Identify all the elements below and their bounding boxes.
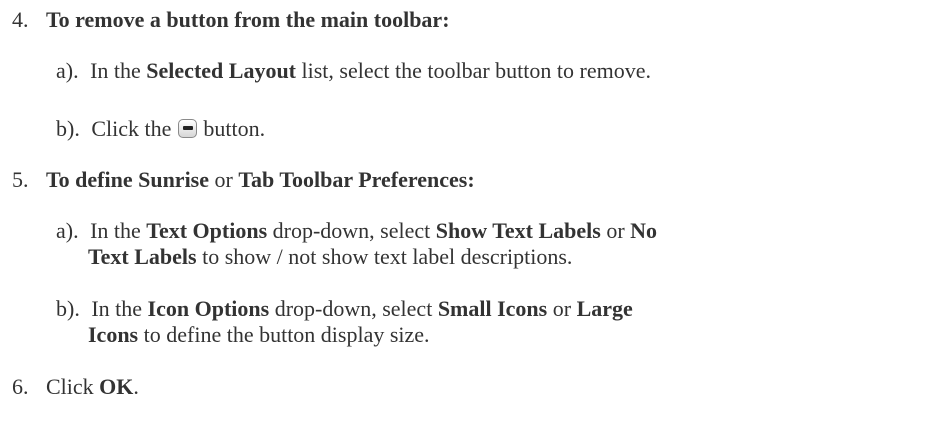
icon-options-term: Icon Options <box>147 296 270 321</box>
sub-label: a). <box>56 58 79 83</box>
text-options-term: Text Options <box>146 218 268 243</box>
step-number: 6. <box>12 374 29 399</box>
large-icons-term: Icons <box>88 322 139 347</box>
step-5-sub-b-cont: Icons to define the button display size. <box>88 321 430 349</box>
small-icons-term: Small Icons <box>437 296 548 321</box>
sub-label: a). <box>56 218 79 243</box>
no-text-labels-term: Text Labels <box>88 244 197 269</box>
selected-layout-term: Selected Layout <box>146 58 296 83</box>
step-text: Click <box>46 374 100 399</box>
sub-label: b). <box>56 116 80 141</box>
step-number: 5. <box>12 167 29 192</box>
sub-text: drop-down, select <box>269 296 438 321</box>
sub-text: In the <box>91 296 148 321</box>
sub-text: to show / not show text label descriptio… <box>196 244 573 269</box>
step-4: 4. To remove a button from the main tool… <box>0 6 450 34</box>
instruction-document: 4. To remove a button from the main tool… <box>0 0 946 425</box>
sub-text: to define the button display size. <box>138 322 430 347</box>
step-heading-part: To define Sunrise <box>46 167 210 192</box>
show-text-labels-term: Show Text Labels <box>435 218 601 243</box>
sub-text: or <box>600 218 631 243</box>
sub-text: or <box>547 296 577 321</box>
sub-text: list, select the toolbar button to remov… <box>296 58 651 83</box>
step-heading-part: or <box>209 167 239 192</box>
sub-text: In the <box>90 58 147 83</box>
step-5: 5. To define Sunrise or Tab Toolbar Pref… <box>0 166 475 194</box>
step-number: 4. <box>12 7 29 32</box>
no-text-labels-term: No <box>630 218 658 243</box>
step-5-sub-a-cont: Text Labels to show / not show text labe… <box>88 243 572 271</box>
sub-label: b). <box>56 296 80 321</box>
step-4-sub-b: b). Click the button. <box>56 115 265 143</box>
sub-text: button. <box>197 116 266 141</box>
minus-button-icon <box>177 119 197 138</box>
step-text: . <box>133 374 139 399</box>
step-6: 6. Click OK. <box>0 373 139 401</box>
sub-text: In the <box>90 218 147 243</box>
step-4-sub-a: a). In the Selected Layout list, select … <box>56 57 651 85</box>
sub-text: drop-down, select <box>267 218 436 243</box>
step-5-sub-b: b). In the Icon Options drop-down, selec… <box>56 295 633 323</box>
sub-text: Click the <box>91 116 177 141</box>
step-heading: To remove a button from the main toolbar… <box>46 7 450 32</box>
step-5-sub-a: a). In the Text Options drop-down, selec… <box>56 217 657 245</box>
large-icons-term: Large <box>576 296 633 321</box>
ok-term: OK <box>99 374 134 399</box>
step-heading-part: Tab Toolbar Preferences: <box>238 167 475 192</box>
